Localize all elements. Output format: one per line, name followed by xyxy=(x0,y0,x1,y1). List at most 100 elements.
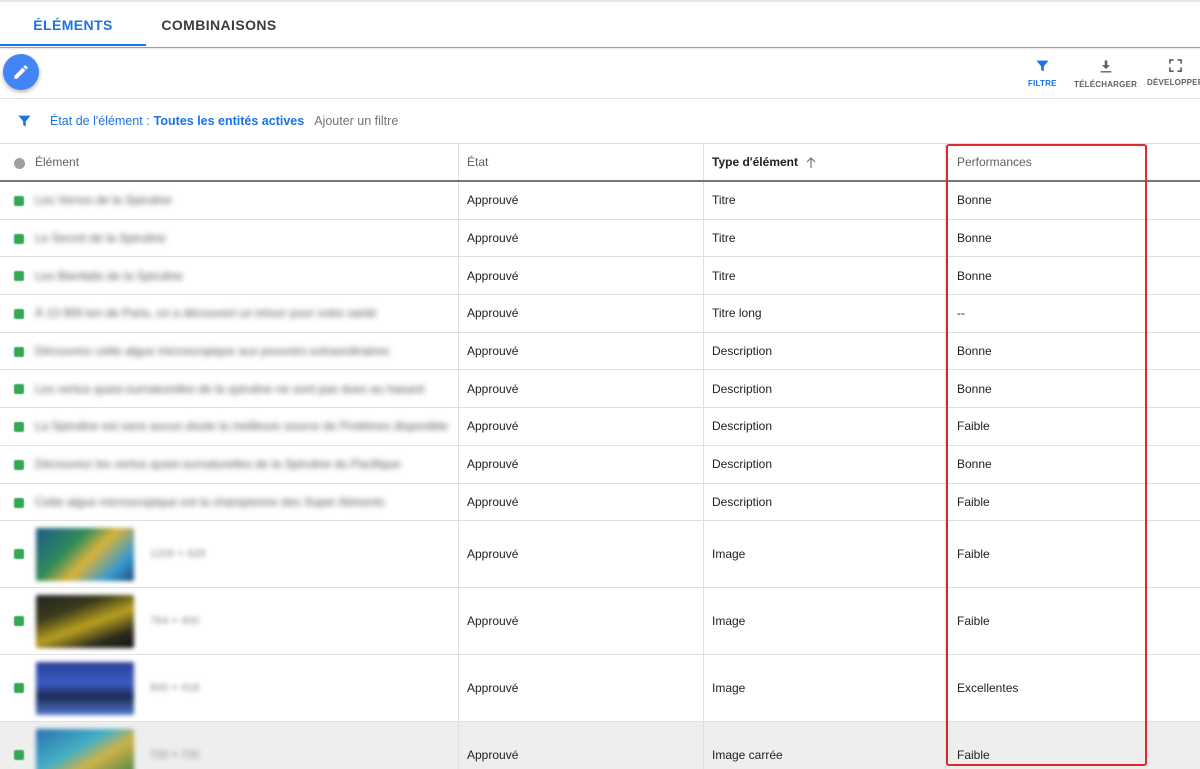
active-tab-indicator xyxy=(0,44,146,46)
assets-table: Élément État Type d'élément Performances… xyxy=(0,144,1200,769)
cell-type: Image xyxy=(703,655,945,722)
asset-text: Les Bienfaits de la Spiruline xyxy=(35,268,184,283)
filter-icon xyxy=(1036,60,1049,72)
header-performance[interactable]: Performances xyxy=(945,144,1200,180)
table-row[interactable]: Découvrez cette algue microscopique aux … xyxy=(0,332,1200,371)
type-text: Description xyxy=(712,457,773,472)
header-type-label: Type d'élément xyxy=(712,155,798,169)
filter-button[interactable]: FILTRE xyxy=(1028,58,1057,88)
asset-text: Le Secret de la Spiruline xyxy=(35,231,166,246)
table-row[interactable]: 1200 × 628 Approuvé Image Faible xyxy=(0,521,1200,589)
performance-text: Faible xyxy=(957,547,990,562)
asset-thumbnail[interactable] xyxy=(36,528,134,582)
status-text: Approuvé xyxy=(467,419,519,434)
header-element[interactable]: Élément xyxy=(0,144,458,180)
cell-type: Description xyxy=(703,445,945,483)
status-text: Approuvé xyxy=(467,748,519,763)
cell-type: Description xyxy=(703,332,945,370)
status-indicator xyxy=(14,233,24,244)
asset-thumbnail[interactable] xyxy=(36,662,134,716)
sort-ascending-icon xyxy=(806,156,816,168)
header-status[interactable]: État xyxy=(458,144,703,180)
table-row[interactable]: 800 × 418 Approuvé Image Excellentes xyxy=(0,655,1200,723)
table-row[interactable]: Les Bienfaits de la Spiruline Approuvé Tit… xyxy=(0,257,1200,296)
cell-performance: Bonne xyxy=(945,257,1200,295)
tab-elements[interactable]: ÉLÉMENTS xyxy=(0,2,146,47)
cell-type: Description xyxy=(703,408,945,445)
status-indicator xyxy=(14,422,24,433)
cell-type: Titre xyxy=(703,182,945,219)
header-element-label: Élément xyxy=(35,155,80,169)
toolbar: FILTRE TÉLÉCHARGER DÉVELOPPER xyxy=(0,48,1200,99)
status-text: Approuvé xyxy=(467,344,519,359)
status-text: Approuvé xyxy=(467,457,519,472)
table-row[interactable]: Découvrez les vertus quasi-surnaturelles… xyxy=(0,445,1200,484)
type-text: Image carrée xyxy=(712,748,783,763)
table-row[interactable]: 720 × 720 Approuvé Image carrée Faible xyxy=(0,722,1200,769)
performance-text: Bonne xyxy=(957,344,992,359)
table-row[interactable]: Le Secret de la Spiruline Approuvé Titre Bo… xyxy=(0,219,1200,258)
cell-performance: Excellentes xyxy=(945,655,1200,722)
cell-type: Image carrée xyxy=(703,722,945,769)
pencil-icon xyxy=(14,65,28,79)
table-row[interactable]: Les Verres de la Spiruline Approuvé Titre B… xyxy=(0,182,1200,220)
header-type[interactable]: Type d'élément xyxy=(703,144,945,180)
cell-type: Description xyxy=(703,483,945,521)
status-text: Approuvé xyxy=(467,494,519,509)
type-text: Description xyxy=(712,419,773,434)
table-row[interactable]: À 13 900 km de Paris, on a découvert un … xyxy=(0,295,1200,333)
cell-status: Approuvé xyxy=(458,408,703,445)
filter-icon[interactable] xyxy=(16,113,33,129)
asset-dimensions: 764 × 400 xyxy=(150,615,200,628)
cell-type: Titre xyxy=(703,257,945,295)
add-filter-link[interactable]: Ajouter un filtre xyxy=(314,114,398,128)
cell-status: Approuvé xyxy=(458,257,703,295)
status-indicator xyxy=(14,497,24,508)
table-row[interactable]: 764 × 400 Approuvé Image Faible xyxy=(0,588,1200,656)
cell-status: Approuvé xyxy=(458,219,703,257)
type-text: Description xyxy=(712,344,773,359)
cell-status: Approuvé xyxy=(458,588,703,655)
table-header: Élément État Type d'élément Performances xyxy=(0,144,1200,182)
performance-text: Bonne xyxy=(957,268,992,283)
asset-text: Les vertus quasi-surnaturelles de la spi… xyxy=(35,381,424,396)
status-indicator xyxy=(14,459,24,470)
cell-performance: -- xyxy=(945,295,1200,332)
asset-dimensions: 1200 × 628 xyxy=(150,548,206,561)
cell-performance: Bonne xyxy=(945,182,1200,219)
download-icon xyxy=(1100,60,1111,73)
performance-text: Bonne xyxy=(957,381,992,396)
expand-button[interactable]: DÉVELOPPER xyxy=(1147,58,1200,87)
active-filter-chip[interactable]: État de l'élément : Toutes les entités ac… xyxy=(50,114,304,128)
table-row[interactable]: Les vertus quasi-surnaturelles de la spi… xyxy=(0,370,1200,409)
status-indicator xyxy=(14,384,24,395)
status-text: Approuvé xyxy=(467,306,519,321)
table-row[interactable]: La Spiruline est sans aucun doute la mei… xyxy=(0,408,1200,446)
table-body: Les Verres de la Spiruline Approuvé Titre B… xyxy=(0,182,1200,769)
asset-thumbnail[interactable] xyxy=(36,729,134,769)
cell-status: Approuvé xyxy=(458,722,703,769)
asset-dimensions: 800 × 418 xyxy=(150,682,200,695)
table-row[interactable]: Cette algue microscopique est la champio… xyxy=(0,483,1200,522)
type-text: Titre xyxy=(712,231,736,246)
status-text: Approuvé xyxy=(467,547,519,562)
type-text: Image xyxy=(712,614,746,629)
performance-text: Bonne xyxy=(957,231,992,246)
performance-text: Faible xyxy=(957,494,990,509)
cell-type: Image xyxy=(703,588,945,655)
status-indicator xyxy=(14,271,24,282)
asset-thumbnail[interactable] xyxy=(36,595,134,649)
cell-status: Approuvé xyxy=(458,483,703,521)
asset-dimensions: 720 × 720 xyxy=(150,749,200,762)
status-text: Approuvé xyxy=(467,268,519,283)
type-text: Titre long xyxy=(712,306,762,321)
asset-text: À 13 900 km de Paris, on a découvert un … xyxy=(35,306,377,321)
tab-combinations[interactable]: COMBINAISONS xyxy=(146,2,292,47)
type-text: Titre xyxy=(712,193,736,208)
cell-performance: Bonne xyxy=(945,219,1200,257)
download-button[interactable]: TÉLÉCHARGER xyxy=(1074,58,1137,89)
edit-button[interactable] xyxy=(3,54,39,90)
status-indicator xyxy=(14,750,24,761)
asset-text: Cette algue microscopique est la champio… xyxy=(35,494,385,509)
filter-bar: État de l'élément : Toutes les entités ac… xyxy=(0,99,1200,144)
